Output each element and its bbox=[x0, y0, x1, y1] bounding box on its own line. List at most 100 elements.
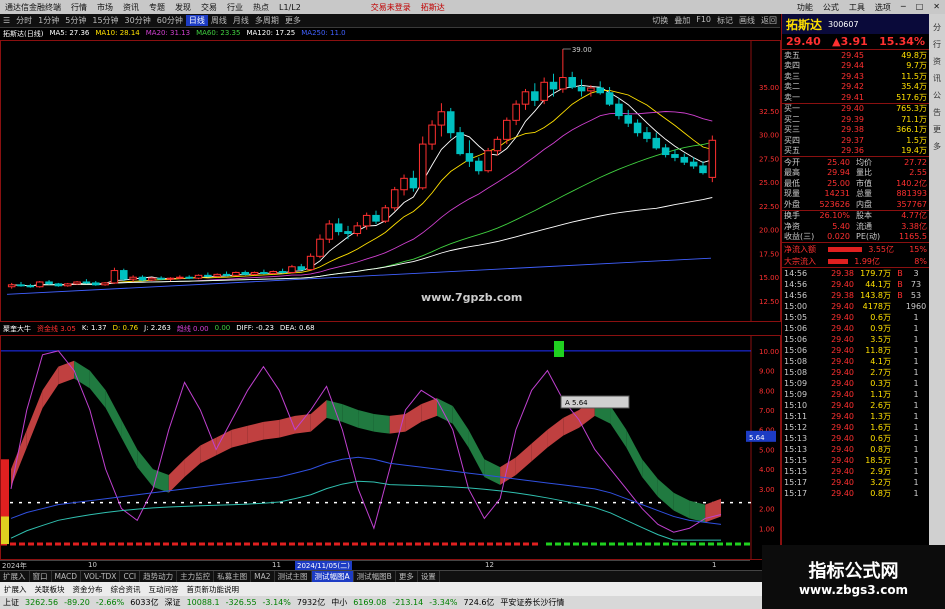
toolbar-mark[interactable]: 标记 bbox=[714, 15, 736, 26]
menu-item[interactable]: 行情 bbox=[66, 2, 92, 13]
indicator-tab[interactable]: 窗口 bbox=[30, 571, 52, 582]
indicator-tab[interactable]: MA2 bbox=[251, 571, 275, 582]
book-level-label: 卖一 bbox=[784, 92, 800, 102]
menu-item[interactable]: 市场 bbox=[92, 2, 118, 13]
sidebar-tab[interactable]: 资 bbox=[933, 56, 941, 67]
status-item: 7932亿 bbox=[296, 598, 326, 607]
toolbar-draw[interactable]: 画线 bbox=[736, 15, 758, 26]
indicator-tab[interactable]: VOL-TDX bbox=[81, 571, 121, 582]
book-price: 29.43 bbox=[841, 71, 864, 81]
indicator-tab[interactable]: CCI bbox=[120, 571, 141, 582]
book-volume: 19.4万 bbox=[901, 146, 927, 156]
indicator-axis-tick: 3.00 bbox=[759, 486, 775, 494]
period-tab[interactable]: 周线 bbox=[208, 15, 230, 26]
indicator-tab[interactable]: 主力监控 bbox=[177, 571, 215, 582]
period-tab[interactable]: 更多 bbox=[282, 15, 304, 26]
maximize-icon[interactable]: □ bbox=[911, 2, 929, 13]
period-tab[interactable]: 60分钟 bbox=[154, 15, 186, 26]
menu-function[interactable]: 功能 bbox=[792, 2, 818, 13]
sidebar-tab[interactable]: 讯 bbox=[933, 73, 941, 84]
stat-label: 今开 bbox=[784, 157, 800, 167]
indicator-legend-item: 资金线 3.05 bbox=[37, 325, 76, 333]
candle bbox=[241, 270, 249, 276]
j-line bbox=[10, 480, 721, 541]
tick-count: 1 bbox=[913, 368, 919, 377]
indicator-axis-tick: 7.00 bbox=[759, 407, 775, 415]
kline-chart[interactable]: 35.00 32.50 30.00 27.50 25.00 22.50 20.00 17.50… bbox=[0, 40, 781, 322]
period-tab[interactable]: 多周期 bbox=[252, 15, 282, 26]
period-tab[interactable]: 分时 bbox=[13, 15, 35, 26]
indicator-tab[interactable]: 趋势动力 bbox=[140, 571, 178, 582]
menu-item[interactable]: 专题 bbox=[144, 2, 170, 13]
tick-volume: 1.1万 bbox=[870, 390, 891, 399]
info-bar-item[interactable]: 首页新功能说明 bbox=[183, 584, 244, 595]
indicator-tab[interactable]: 测试主图 bbox=[275, 571, 312, 582]
date-label: 10 bbox=[88, 561, 97, 569]
info-bar-item[interactable]: 互动问答 bbox=[145, 584, 183, 595]
indicator-tab[interactable]: 扩展入 bbox=[0, 571, 30, 582]
tick-time: 15:00 bbox=[784, 302, 808, 311]
status-item: -213.14 bbox=[392, 598, 424, 607]
sidebar-tab[interactable]: 分 bbox=[933, 22, 941, 33]
toolbar-back[interactable]: 返回 bbox=[758, 15, 780, 26]
candle bbox=[568, 71, 576, 89]
period-tab[interactable]: 15分钟 bbox=[89, 15, 121, 26]
ribbon-down-segment bbox=[452, 406, 469, 448]
tick-count: 1 bbox=[913, 412, 919, 421]
minimize-icon[interactable]: ─ bbox=[896, 2, 911, 13]
ribbon-down-segment bbox=[105, 390, 122, 438]
status-item: -2.66% bbox=[95, 598, 125, 607]
toolbar-switch[interactable]: 切换 bbox=[649, 15, 671, 26]
period-tab[interactable]: 5分钟 bbox=[62, 15, 89, 26]
sidebar-tab[interactable]: 更 bbox=[933, 124, 941, 135]
menu-item[interactable]: L1/L2 bbox=[274, 3, 306, 12]
stat-label: 净资 bbox=[784, 221, 800, 231]
candle bbox=[456, 126, 464, 156]
indicator-tab[interactable]: 私募主图 bbox=[214, 571, 252, 582]
close-icon[interactable]: ✕ bbox=[928, 2, 945, 13]
indicator-legend-item: J: 2.263 bbox=[144, 324, 171, 332]
indicator-tab[interactable]: 设置 bbox=[418, 571, 440, 582]
sidebar-tab[interactable]: 告 bbox=[933, 107, 941, 118]
info-bar-item[interactable]: 扩展入 bbox=[0, 584, 31, 595]
trade-login-status[interactable]: 交易未登录 bbox=[366, 2, 416, 13]
info-bar-item[interactable]: 资金分布 bbox=[69, 584, 107, 595]
indicator-tab[interactable]: 更多 bbox=[396, 571, 418, 582]
status-item: -89.20 bbox=[64, 598, 90, 607]
stat-value: 3.38亿 bbox=[901, 221, 927, 231]
sidebar-tab[interactable]: 公 bbox=[933, 90, 941, 101]
period-tab-daily[interactable]: 日线 bbox=[185, 15, 208, 26]
menu-formula[interactable]: 公式 bbox=[818, 2, 844, 13]
menu-item[interactable]: 热点 bbox=[248, 2, 274, 13]
stat-row: 换手 26.10% 股本 4.77亿 bbox=[782, 211, 929, 222]
period-tab[interactable]: 1分钟 bbox=[35, 15, 62, 26]
sidebar-tab[interactable]: 多 bbox=[933, 141, 941, 152]
sidebar-tab[interactable]: 行 bbox=[933, 39, 941, 50]
tick-time: 15:15 bbox=[784, 456, 808, 465]
toolbar-overlay[interactable]: 叠加 bbox=[671, 15, 693, 26]
menu-item[interactable]: 交易 bbox=[196, 2, 222, 13]
info-bar-item[interactable]: 综合资讯 bbox=[107, 584, 145, 595]
candle bbox=[288, 264, 296, 274]
candle bbox=[353, 222, 362, 237]
tick-price: 29.40 bbox=[831, 280, 854, 289]
toolbar-menu-icon[interactable]: ☰ bbox=[0, 16, 13, 25]
tick-row: 15:15 29.40 2.9万 1 bbox=[782, 466, 929, 477]
indicator-chart[interactable]: 10.009.008.007.006.005.004.003.002.001.0… bbox=[0, 335, 781, 560]
menu-item[interactable]: 资讯 bbox=[118, 2, 144, 13]
stat-value: 1165.5 bbox=[899, 232, 927, 242]
tick-count: 1 bbox=[913, 390, 919, 399]
toolbar-f10[interactable]: F10 bbox=[693, 15, 714, 26]
indicator-tab[interactable]: 测试幅图A bbox=[311, 571, 354, 582]
period-tab[interactable]: 30分钟 bbox=[122, 15, 154, 26]
indicator-tab[interactable]: MACD bbox=[52, 571, 81, 582]
indicator-tab[interactable]: 测试幅图B bbox=[354, 571, 396, 582]
menu-tools[interactable]: 工具 bbox=[844, 2, 870, 13]
menu-options[interactable]: 选项 bbox=[870, 2, 896, 13]
candle bbox=[82, 279, 91, 284]
menu-item[interactable]: 发现 bbox=[170, 2, 196, 13]
period-tab[interactable]: 月线 bbox=[230, 15, 252, 26]
info-bar-item[interactable]: 关联板块 bbox=[31, 584, 69, 595]
tick-list[interactable]: 14:56 29.38 179.7万 B 3 14:56 29.40 44.1万 B 73 14:5… bbox=[782, 268, 929, 499]
menu-item[interactable]: 行业 bbox=[222, 2, 248, 13]
